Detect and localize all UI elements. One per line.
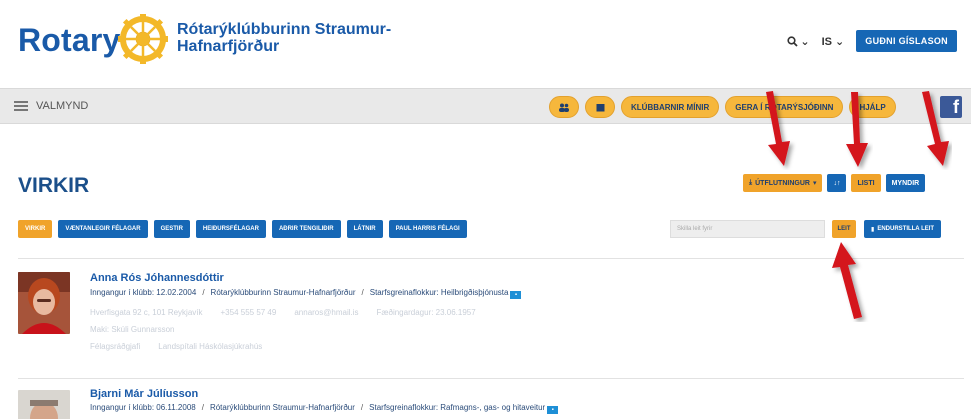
annotation-arrow [832, 242, 862, 319]
member-join-date: Inngangur í klúbb: 12.02.2004 [90, 288, 197, 297]
header-actions: ⌄ IS ⌄ GUÐNI GÍSLASON [787, 30, 957, 52]
language-dropdown[interactable]: IS ⌄ [822, 35, 845, 48]
header: Rotary Rótarýklúbburinn Straumur- Hafnar… [0, 0, 971, 86]
member-email: annaros@hmail.is [294, 308, 359, 317]
reset-label: ENDURSTILLA LEIT [877, 226, 935, 232]
search-icon [787, 35, 799, 47]
filter-paul-harris[interactable]: PAUL HARRIS FÉLAGI [388, 220, 467, 238]
member-birthday: Fæðingardagur: 23.06.1957 [376, 308, 476, 317]
calendar-icon [596, 103, 604, 111]
hamburger-icon [14, 101, 28, 111]
chevron-down-icon: ▾ [812, 180, 817, 187]
member-workplace: Félagsráðgjafi [90, 342, 141, 351]
user-button[interactable]: GUÐNI GÍSLASON [856, 30, 957, 52]
annotation-arrow [846, 92, 868, 167]
member-spouse-row: Maki: Skúli Gunnarsson [90, 325, 192, 334]
filter-active[interactable]: VIRKIR [18, 220, 53, 238]
member-name[interactable]: Anna Rós Jóhannesdóttir [90, 272, 224, 284]
member-join-date: Inngangur í klúbb: 06.11.2008 [90, 403, 196, 412]
calendar-button[interactable] [585, 96, 615, 118]
trash-icon: ▮ [871, 226, 875, 233]
rotary-logo-text[interactable]: Rotary [18, 22, 121, 59]
member-work-row: Félagsráðgjafi Landspítali Háskólasjúkrah… [90, 342, 280, 351]
filter-deceased[interactable]: LÁTNIR [346, 220, 383, 238]
search-button[interactable]: LEIT [832, 220, 856, 238]
divider [18, 378, 964, 379]
filter-guests[interactable]: GESTIR [153, 220, 190, 238]
users-icon [559, 103, 569, 112]
filter-tabs: VIRKIR VÆNTANLEGIR FÉLAGAR GESTIR HEIÐUR… [18, 220, 467, 238]
member-contact-row: Hverfisgata 92 c, 101 Reykjavík +354 555 … [90, 308, 494, 317]
member-club: Rótarýklúbburinn Straumur-Hafnarfjörður [210, 288, 356, 297]
member-address: Hverfisgata 92 c, 101 Reykjavík [90, 308, 203, 317]
club-name-line1: Rótarýklúbburinn Straumur- [177, 21, 392, 38]
view-controls: ⤓ ÚTFLUTNINGUR ▾ ↓↑ LISTI MYNDIR [743, 174, 926, 192]
member-photo[interactable] [18, 272, 70, 334]
export-button[interactable]: ⤓ ÚTFLUTNINGUR ▾ [743, 174, 823, 192]
menu-label: VALMYND [36, 100, 89, 112]
rotary-wheel-icon [118, 14, 168, 64]
filter-other-contacts[interactable]: AÐRIR TENGILIÐIR [271, 220, 341, 238]
member-photo[interactable] [18, 390, 70, 419]
images-view-button[interactable]: MYNDIR [885, 174, 926, 192]
members-button[interactable] [549, 96, 579, 118]
member-spouse: Maki: Skúli Gunnarsson [90, 325, 175, 334]
member-category: Starfsgreinaflokkur: Heilbrigðisþjónusta [369, 288, 509, 297]
search-dropdown[interactable]: ⌄ [787, 35, 810, 48]
filter-honorary[interactable]: HEIÐURSFÉLAGAR [195, 220, 266, 238]
member-phone: +354 555 57 49 [220, 308, 277, 317]
member-club: Rótarýklúbburinn Straumur-Hafnarfjörður [209, 403, 355, 412]
menu-toggle[interactable]: VALMYND [14, 100, 88, 112]
member-info: Inngangur í klúbb: 06.11.2008/Rótarýklúb… [90, 403, 559, 414]
filter-prospective[interactable]: VÆNTANLEGIR FÉLAGAR [58, 220, 148, 238]
member-name[interactable]: Bjarni Már Júlíusson [90, 388, 198, 400]
menu-bar: VALMYND KLÚBBARNIR MÍNIR GERA Í RÓTARÝSJ… [0, 88, 971, 124]
club-name-line2: Hafnarfjörður [177, 38, 280, 55]
reset-search-button[interactable]: ▮ ENDURSTILLA LEIT [864, 220, 942, 238]
sort-icon: ↓↑ [833, 179, 841, 187]
id-card-icon[interactable]: ▪ [547, 406, 559, 414]
page-title: VIRKIR [18, 174, 90, 197]
my-clubs-button[interactable]: KLÚBBARNIR MÍNIR [621, 96, 720, 118]
download-icon: ⤓ [749, 179, 753, 186]
export-label: ÚTFLUTNINGUR [755, 179, 810, 187]
member-card: Bjarni Már Júlíusson Inngangur í klúbb: … [18, 386, 964, 419]
sort-button[interactable]: ↓↑ [827, 174, 847, 192]
member-card: Anna Rós Jóhannesdóttir Inngangur í klúb… [18, 270, 964, 380]
member-info: Inngangur í klúbb: 12.02.2004/Rótarýklúb… [90, 288, 522, 299]
annotation-arrow [922, 91, 949, 166]
member-category: Starfsgreinaflokkur: Rafmagns-, gas- og … [369, 403, 546, 412]
divider [18, 258, 964, 259]
language-label: IS [821, 35, 832, 48]
member-employer: Landspítali Háskólasjúkrahús [158, 342, 263, 351]
search-input[interactable]: Skilla leit fyrir [670, 220, 825, 238]
club-name[interactable]: Rótarýklúbburinn Straumur- Hafnarfjörður [177, 21, 391, 55]
id-card-icon[interactable]: ▪ [510, 291, 522, 299]
chevron-down-icon: ⌄ [800, 35, 810, 48]
list-view-button[interactable]: LISTI [851, 174, 881, 192]
annotation-arrow [766, 91, 790, 166]
